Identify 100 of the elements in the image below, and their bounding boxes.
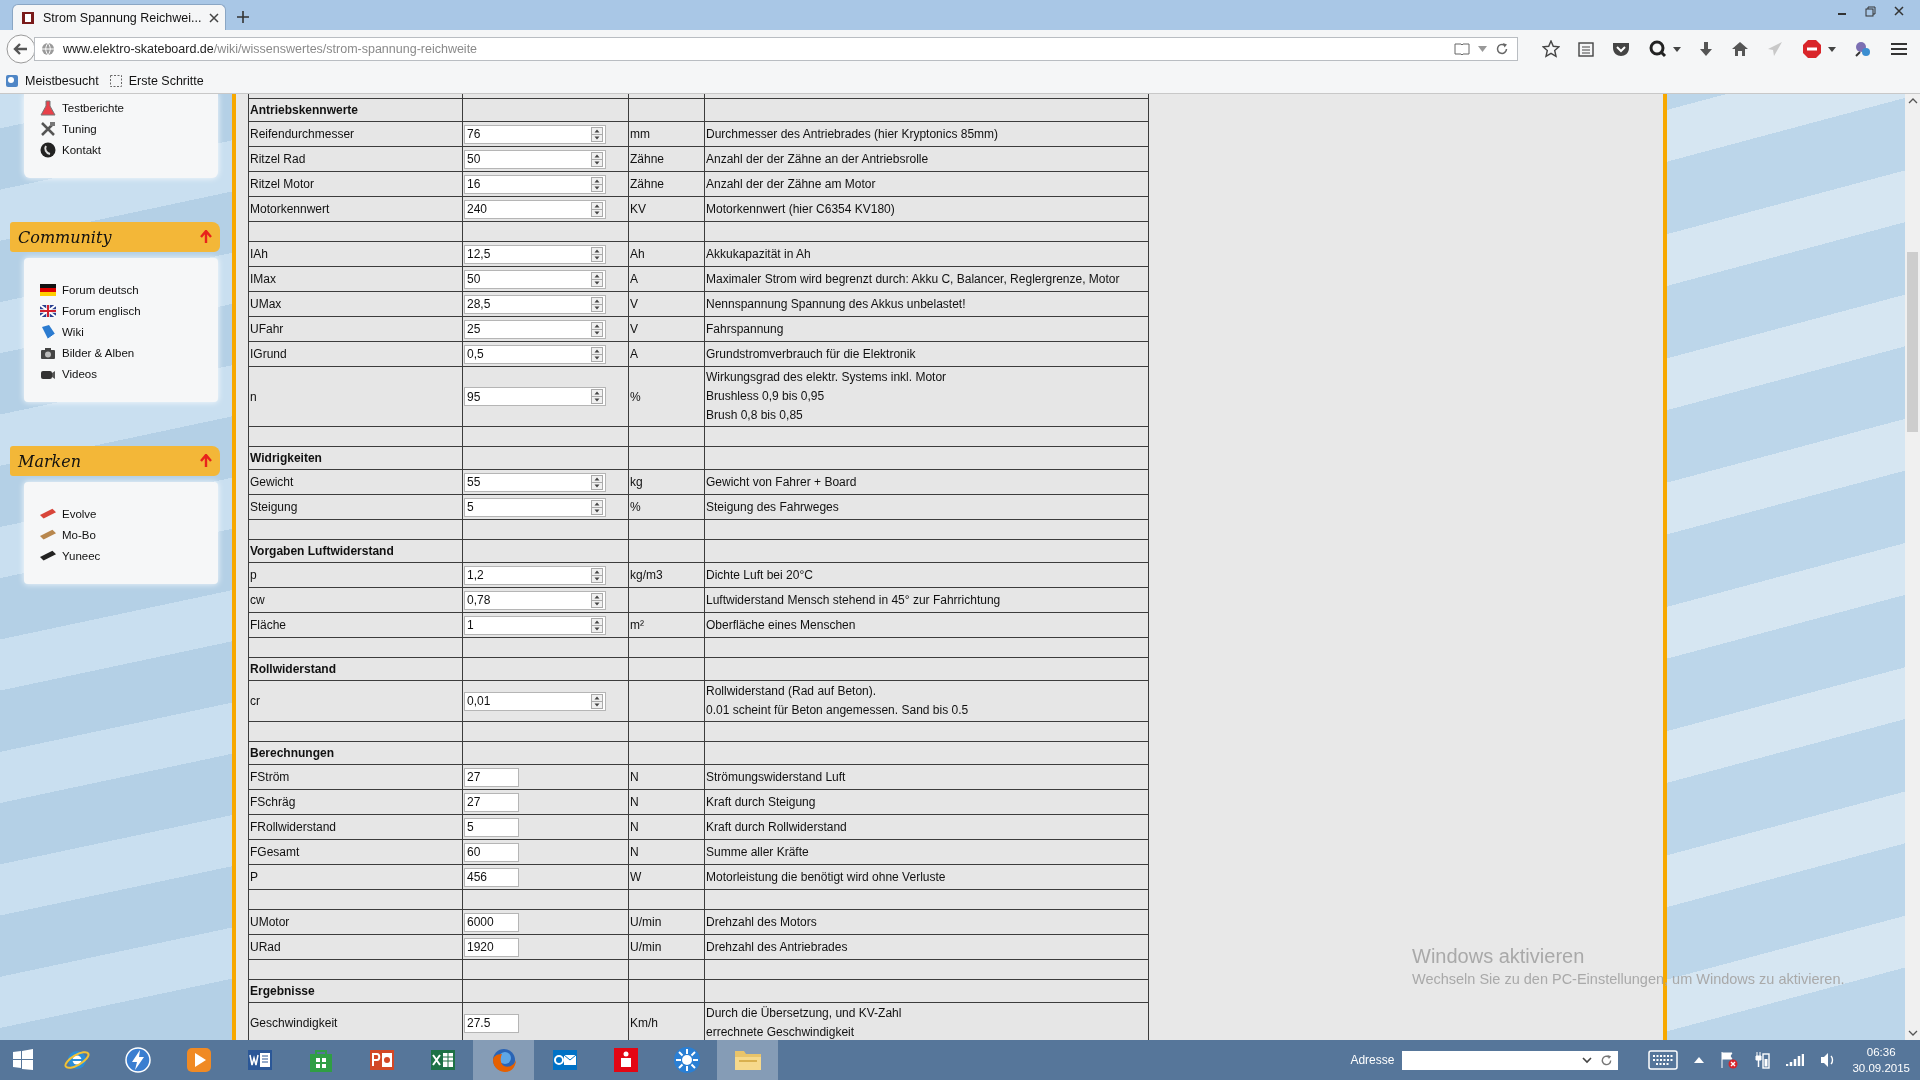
parameter-cell: UMax: [248, 291, 463, 317]
sidebar-link[interactable]: Yuneec: [40, 548, 218, 564]
remark-cell: Dichte Luft bei 20°C: [704, 562, 1149, 588]
remark-cell: Grundstromverbrauch für die Elektronik: [704, 341, 1149, 367]
remark-cell: Rollwiderstand (Rad auf Beton). 0.01 scheint für Beton angemessen. Sand bis 0.5: [704, 680, 1149, 722]
number-field[interactable]: 0,01: [464, 691, 606, 711]
section-heading: Antriebskennwerte: [248, 98, 463, 122]
remark-cell: Durch die Übersetzung, und KV-Zahl errechnete Geschwindigkeit: [704, 1002, 1149, 1040]
parameter-cell: FStröm: [248, 764, 463, 790]
parameter-cell: Ritzel Rad: [248, 146, 463, 172]
browser-tab[interactable]: Strom Spannung Reichwei...: [12, 4, 226, 30]
parameter-cell: Gewicht: [248, 469, 463, 495]
parameter-cell: Fläche: [248, 612, 463, 638]
sidebar-link[interactable]: Tuning: [40, 121, 218, 137]
clock[interactable]: 06:36 30.09.2015: [1852, 1044, 1910, 1076]
number-field[interactable]: 240: [464, 199, 606, 219]
number-field[interactable]: 76: [464, 124, 606, 144]
number-field[interactable]: 16: [464, 174, 606, 194]
remark-cell: Gewicht von Fahrer + Board: [704, 469, 1149, 495]
sidebar-link[interactable]: Mo-Bo: [40, 527, 218, 543]
sidebar-link[interactable]: Forum englisch: [40, 303, 218, 319]
remark-cell: Drehzahl des Motors: [704, 909, 1149, 935]
number-field[interactable]: 95: [464, 387, 606, 406]
remark-cell: Wirkungsgrad des elektr. Systems inkl. Motor Brushless 0,9 bis 0,95 Brush 0,8 bis 0,85: [704, 366, 1149, 427]
result-field[interactable]: 27: [464, 792, 519, 812]
number-field[interactable]: 28,5: [464, 294, 606, 314]
remark-cell: Motorleistung die benötigt wird ohne Verluste: [704, 864, 1149, 890]
parameter-cell: URad: [248, 934, 463, 960]
parameter-cell: p: [248, 562, 463, 588]
parameter-cell: IAh: [248, 241, 463, 267]
parameter-cell: Reifendurchmesser: [248, 121, 463, 147]
number-field[interactable]: 25: [464, 319, 606, 339]
section-heading: Ergebnisse: [248, 979, 463, 1003]
remark-cell: Durchmesser des Antriebrades (hier Kryptonics 85mm): [704, 121, 1149, 147]
unit-cell: %: [628, 366, 705, 427]
section-heading: Widrigkeiten: [248, 446, 463, 470]
remark-cell: Nennspannung Spannung des Akkus unbelastet!: [704, 291, 1149, 317]
result-field[interactable]: 27: [464, 767, 519, 787]
remark-cell: Anzahl der der Zähne am Motor: [704, 171, 1149, 197]
sidebar-link[interactable]: Kontakt: [40, 142, 218, 158]
address-label: Adresse: [1350, 1053, 1395, 1067]
parameter-cell: FRollwiderstand: [248, 814, 463, 840]
sidebar-link[interactable]: Evolve: [40, 506, 218, 522]
parameter-cell: FGesamt: [248, 839, 463, 865]
remark-cell: Motorkennwert (hier C6354 KV180): [704, 196, 1149, 222]
sidebar-link[interactable]: Bilder & Alben: [40, 345, 218, 361]
unit-cell: Km/h: [628, 1002, 705, 1040]
parameter-cell: FSchräg: [248, 789, 463, 815]
number-field[interactable]: 1,2: [464, 565, 606, 585]
sidebar-link[interactable]: Videos: [40, 366, 218, 382]
result-field[interactable]: 456: [464, 867, 519, 887]
result-field[interactable]: 27.5: [464, 1013, 519, 1033]
sidebar-link[interactable]: Wiki: [40, 324, 218, 340]
result-field[interactable]: 60: [464, 842, 519, 862]
remark-cell: Anzahl der der Zähne an der Antriebsrolle: [704, 146, 1149, 172]
remark-cell: Akkukapazität in Ah: [704, 241, 1149, 267]
bookmark-item[interactable]: Meistbesucht: [5, 73, 99, 88]
sidebar-link[interactable]: Testberichte: [40, 100, 218, 116]
section-title: Marken: [18, 451, 82, 471]
remark-cell: Kraft durch Steigung: [704, 789, 1149, 815]
section-heading: Berechnungen: [248, 741, 463, 765]
parameter-cell: cw: [248, 587, 463, 613]
number-field[interactable]: 12,5: [464, 244, 606, 264]
parameter-cell: Geschwindigkeit: [248, 1002, 463, 1040]
number-field[interactable]: 0,78: [464, 590, 606, 610]
number-field[interactable]: 5: [464, 497, 606, 517]
parameter-cell: cr: [248, 680, 463, 722]
remark-cell: Fahrspannung: [704, 316, 1149, 342]
number-field[interactable]: 55: [464, 472, 606, 492]
parameter-cell: IMax: [248, 266, 463, 292]
parameter-cell: Ritzel Motor: [248, 171, 463, 197]
section-heading: Vorgaben Luftwiderstand: [248, 539, 463, 563]
section-heading: Rollwiderstand: [248, 657, 463, 681]
number-field[interactable]: 50: [464, 269, 606, 289]
remark-cell: Steigung des Fahrweges: [704, 494, 1149, 520]
parameter-cell: IGrund: [248, 341, 463, 367]
remark-cell: Drehzahl des Antriebrades: [704, 934, 1149, 960]
parameter-cell: UMotor: [248, 909, 463, 935]
parameter-cell: n: [248, 366, 463, 427]
address-bar[interactable]: www.elektro-skateboard.de/wiki/wissenswertes/strom-spannung-reichweite: [34, 37, 1518, 61]
result-field[interactable]: 5: [464, 817, 519, 837]
parameter-cell: P: [248, 864, 463, 890]
activation-title: Windows aktivieren: [1412, 945, 1586, 968]
parameter-cell: Motorkennwert: [248, 196, 463, 222]
result-field[interactable]: 6000: [464, 912, 519, 932]
bookmark-item[interactable]: Erste Schritte: [108, 73, 204, 88]
parameter-cell: Steigung: [248, 494, 463, 520]
number-field[interactable]: 1: [464, 615, 606, 635]
parameter-cell: UFahr: [248, 316, 463, 342]
remark-cell: Strömungswiderstand Luft: [704, 764, 1149, 790]
number-field[interactable]: 0,5: [464, 344, 606, 364]
number-field[interactable]: 50: [464, 149, 606, 169]
result-field[interactable]: 1920: [464, 937, 519, 957]
section-title: Community: [18, 227, 112, 247]
remark-cell: Maximaler Strom wird begrenzt durch: Akku C, Balancer, Reglergrenze, Motor: [704, 266, 1149, 292]
remark-cell: Kraft durch Rollwiderstand: [704, 814, 1149, 840]
sidebar-link[interactable]: Forum deutsch: [40, 282, 218, 298]
remark-cell: Luftwiderstand Mensch stehend in 45° zur Fahrrichtung: [704, 587, 1149, 613]
remark-cell: Summe aller Kräfte: [704, 839, 1149, 865]
remark-cell: Oberfläche eines Menschen: [704, 612, 1149, 638]
